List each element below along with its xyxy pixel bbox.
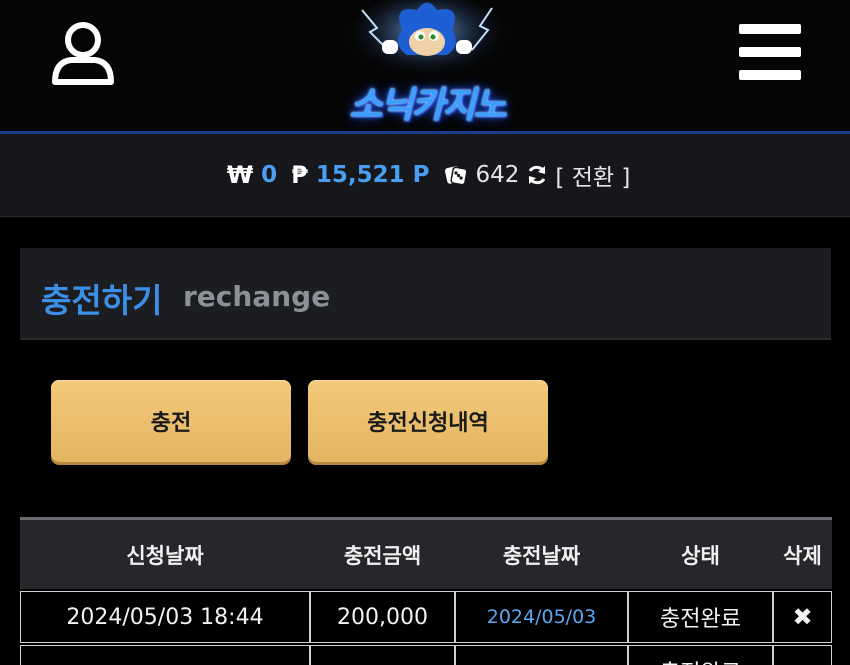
point-balance: ₱ 15,521 P	[291, 161, 429, 189]
top-header: 소닉카지노	[0, 0, 850, 134]
section-subtitle: rechange	[183, 280, 331, 313]
request-date-cell	[20, 645, 310, 665]
table-header: 신청날짜 충전금액 충전날짜 상태 삭제	[20, 520, 832, 589]
dice-icon	[444, 163, 468, 187]
delete-icon[interactable]: ✖	[792, 603, 812, 631]
refresh-icon	[526, 164, 548, 186]
user-icon[interactable]	[50, 18, 116, 88]
table-row: 2024/05/03 18:44 200,000 2024/05/03 충전완료…	[20, 591, 832, 643]
column-header-charge-date: 충전날짜	[502, 543, 581, 568]
delete-cell: ✖	[773, 591, 832, 643]
section-title: 충전하기	[41, 281, 163, 320]
won-icon: ₩	[226, 161, 254, 189]
won-balance: ₩ 0	[227, 161, 278, 189]
amount-cell: 200,000	[310, 591, 455, 643]
status-cell: 충전완료	[628, 591, 773, 643]
charge-date-link[interactable]: 2024/05/03	[487, 606, 597, 628]
charge-history-button[interactable]: 충전신청내역	[308, 380, 548, 462]
column-header-delete: 삭제	[783, 543, 822, 568]
logo-text: 소닉카지노	[349, 85, 507, 126]
section-header: 충전하기 rechange	[20, 248, 831, 340]
hamburger-menu-icon[interactable]	[736, 22, 802, 82]
charge-date-cell	[455, 645, 628, 665]
table-row: 충전완료	[20, 645, 832, 665]
column-header-request-date: 신청날짜	[126, 543, 204, 568]
amount-cell	[310, 645, 455, 665]
swap-button[interactable]: [ 전환 ]	[526, 158, 630, 192]
column-header-status: 상태	[681, 543, 720, 568]
swap-label: [ 전환 ]	[555, 165, 631, 191]
charge-button[interactable]: 충전	[51, 380, 291, 462]
balance-bar: ₩ 0 ₱ 15,521 P 642 [전환]	[0, 134, 850, 217]
point-value: 15,521 P	[315, 162, 430, 188]
delete-cell	[773, 645, 832, 665]
won-value: 0	[261, 162, 278, 188]
charge-history-table: 신청날짜 충전금액 충전날짜 상태 삭제 2024/05/03 18:44 20…	[20, 517, 832, 665]
column-header-amount: 충전금액	[343, 543, 422, 568]
site-logo[interactable]: 소닉카지노	[322, 0, 532, 126]
charge-date-cell: 2024/05/03	[455, 591, 628, 643]
status-cell: 충전완료	[628, 645, 773, 665]
point-icon: ₱	[291, 161, 308, 189]
dice-value: 642	[475, 162, 520, 188]
dice-balance: 642	[444, 162, 520, 188]
request-date-cell: 2024/05/03 18:44	[20, 591, 310, 643]
